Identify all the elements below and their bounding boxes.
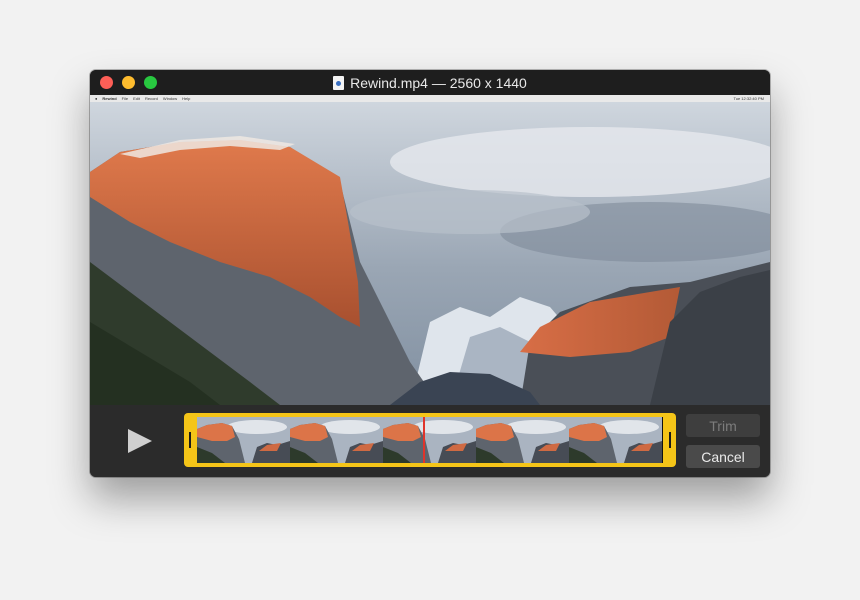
menubar-item: Edit (133, 96, 141, 101)
menubar-clock: Tue 12:32:40 PM (733, 96, 764, 101)
apple-icon: ● (95, 96, 98, 101)
window-title-text: Rewind.mp4 — 2560 x 1440 (350, 74, 527, 91)
menubar-item: Window (162, 96, 178, 101)
menubar-item: File (121, 96, 129, 101)
trim-end-handle[interactable] (669, 432, 671, 448)
video-preview[interactable]: ● Rewind File Edit Record Window Help Tu… (90, 95, 770, 405)
window-title: Rewind.mp4 — 2560 x 1440 (90, 70, 770, 95)
trim-timeline[interactable] (184, 413, 676, 467)
video-trim-window: Rewind.mp4 — 2560 x 1440 ● Rewind File E… (90, 70, 770, 477)
menubar-app: Rewind (102, 96, 117, 101)
cancel-button[interactable]: Cancel (686, 445, 760, 468)
landscape-frame (90, 102, 770, 405)
playhead[interactable] (423, 417, 425, 463)
trim-button[interactable]: Trim (686, 414, 760, 437)
menubar-item: Record (145, 96, 158, 101)
document-icon (333, 75, 345, 90)
trim-start-handle[interactable] (189, 432, 191, 448)
recorded-menubar: ● Rewind File Edit Record Window Help Tu… (90, 95, 770, 102)
filmstrip (197, 417, 663, 463)
trim-controls: Trim Cancel (90, 405, 770, 477)
title-bar[interactable]: Rewind.mp4 — 2560 x 1440 (90, 70, 770, 95)
menubar-item: Help (182, 96, 191, 101)
play-icon[interactable] (128, 429, 152, 453)
